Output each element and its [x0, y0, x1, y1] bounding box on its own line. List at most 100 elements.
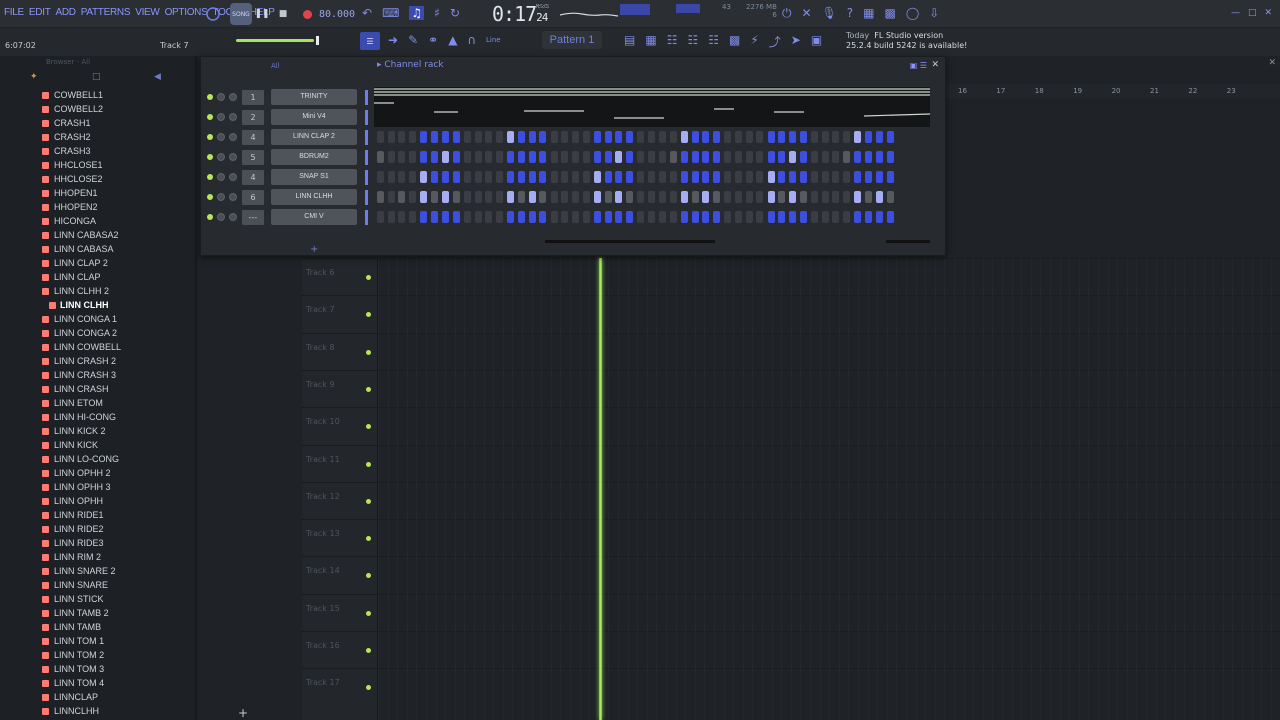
step-button[interactable]: [691, 211, 699, 223]
track-mute-led[interactable]: [366, 424, 371, 430]
mixer-icon[interactable]: ☷: [667, 33, 678, 50]
channel-volume-knob[interactable]: [229, 213, 237, 221]
step-button[interactable]: [843, 131, 851, 143]
play-pause-button[interactable]: ❚❚: [254, 4, 270, 24]
step-button[interactable]: [799, 131, 807, 143]
channel-rack-close-icon[interactable]: ✕: [931, 60, 939, 70]
step-button[interactable]: [561, 151, 569, 163]
channel-mute-led[interactable]: [207, 154, 213, 160]
browser-item[interactable]: LINN CONGA 1: [0, 312, 196, 326]
step-button[interactable]: [485, 211, 493, 223]
channel-volume-knob[interactable]: [229, 173, 237, 181]
step-button[interactable]: [539, 131, 547, 143]
browser-item[interactable]: LINN CLHH 2: [0, 284, 196, 298]
step-button[interactable]: [854, 191, 862, 203]
step-button[interactable]: [648, 211, 656, 223]
master-volume-slider[interactable]: [236, 39, 314, 42]
browser-item[interactable]: CRASH2: [0, 130, 196, 144]
browser-item[interactable]: LINN COWBELL: [0, 340, 196, 354]
browser-item[interactable]: LINN CABASA: [0, 242, 196, 256]
browser-item[interactable]: LINN LO-CONG: [0, 452, 196, 466]
step-button[interactable]: [387, 191, 395, 203]
record-button[interactable]: [300, 4, 314, 24]
step-button[interactable]: [420, 191, 428, 203]
step-button[interactable]: [865, 131, 873, 143]
track-mute-led[interactable]: [366, 648, 371, 653]
step-button[interactable]: [724, 131, 732, 143]
track-header[interactable]: Track 13: [302, 519, 378, 556]
browser-item[interactable]: LINN TOM 1: [0, 634, 196, 648]
browser-item[interactable]: LINN RIDE2: [0, 522, 196, 536]
step-button[interactable]: [767, 211, 775, 223]
channel-volume-knob[interactable]: [229, 93, 237, 101]
menu-file[interactable]: FILE: [4, 7, 24, 18]
browser-page-icon[interactable]: □: [92, 72, 101, 82]
step-button[interactable]: [778, 211, 786, 223]
step-button[interactable]: [745, 211, 753, 223]
step-button[interactable]: [658, 171, 666, 183]
channel-mixer-track[interactable]: 1: [242, 90, 264, 105]
step-button[interactable]: [680, 171, 688, 183]
step-button[interactable]: [734, 131, 742, 143]
step-button[interactable]: [550, 131, 558, 143]
menu-edit[interactable]: EDIT: [29, 7, 51, 18]
news-panel[interactable]: Today FL Studio version 25.2.4 build 524…: [846, 31, 967, 51]
channel-mixer-track[interactable]: 4: [242, 130, 264, 145]
channel-volume-knob[interactable]: [229, 113, 237, 121]
browser-item[interactable]: LINN OPHH 2: [0, 466, 196, 480]
step-button[interactable]: [724, 191, 732, 203]
step-button[interactable]: [669, 191, 677, 203]
step-button[interactable]: [420, 171, 428, 183]
step-button[interactable]: [452, 211, 460, 223]
step-button[interactable]: [821, 151, 829, 163]
step-button[interactable]: [615, 211, 623, 223]
step-edit-icon[interactable]: ♫: [409, 6, 425, 20]
step-button[interactable]: [691, 131, 699, 143]
step-button[interactable]: [474, 131, 482, 143]
channel-pan-knob[interactable]: [217, 173, 225, 181]
step-button[interactable]: [843, 171, 851, 183]
channel-select-bar[interactable]: [365, 110, 368, 125]
browser-item[interactable]: LINN CLHH: [0, 298, 196, 312]
browser-item[interactable]: LINN CRASH: [0, 382, 196, 396]
step-button[interactable]: [539, 211, 547, 223]
step-button[interactable]: [431, 131, 439, 143]
browser-item[interactable]: LINN TAMB 2: [0, 606, 196, 620]
step-button[interactable]: [561, 171, 569, 183]
step-button[interactable]: [821, 191, 829, 203]
channel-name-button[interactable]: LINN CLHH: [271, 189, 357, 205]
step-button[interactable]: [886, 171, 894, 183]
channel-mute-led[interactable]: [207, 94, 213, 100]
channel-select-bar[interactable]: [365, 190, 368, 205]
browser-item[interactable]: CRASH3: [0, 144, 196, 158]
channel-rack-icon[interactable]: ☷: [687, 33, 698, 50]
step-button[interactable]: [811, 151, 818, 163]
step-button[interactable]: [420, 211, 428, 223]
track-header[interactable]: Track 17: [302, 668, 378, 705]
browser-item[interactable]: LINN CABASA2: [0, 228, 196, 242]
browser-item[interactable]: LINN ETOM: [0, 396, 196, 410]
channel-select-bar[interactable]: [365, 90, 368, 105]
step-button[interactable]: [550, 211, 558, 223]
pencil-icon[interactable]: ✎: [408, 33, 418, 47]
step-button[interactable]: [843, 151, 851, 163]
browser-item[interactable]: HHCLOSE1: [0, 158, 196, 172]
step-button[interactable]: [832, 131, 840, 143]
channel-mute-led[interactable]: [207, 134, 213, 140]
playlist-close-icon[interactable]: ✕: [1268, 58, 1276, 68]
browser-item[interactable]: LINN CONGA 2: [0, 326, 196, 340]
step-button[interactable]: [811, 191, 818, 203]
step-button[interactable]: [604, 171, 612, 183]
step-button[interactable]: [778, 131, 786, 143]
step-button[interactable]: [594, 211, 601, 223]
step-button[interactable]: [745, 131, 753, 143]
step-button[interactable]: [680, 211, 688, 223]
step-button[interactable]: [637, 171, 645, 183]
step-button[interactable]: [441, 211, 449, 223]
step-button[interactable]: [691, 171, 699, 183]
browser-item[interactable]: LINN SNARE 2: [0, 564, 196, 578]
metronome-icon[interactable]: [204, 4, 222, 24]
browser-speaker-icon[interactable]: ◀: [154, 72, 161, 82]
step-button[interactable]: [561, 131, 569, 143]
link-icon[interactable]: ⚭: [428, 33, 438, 47]
